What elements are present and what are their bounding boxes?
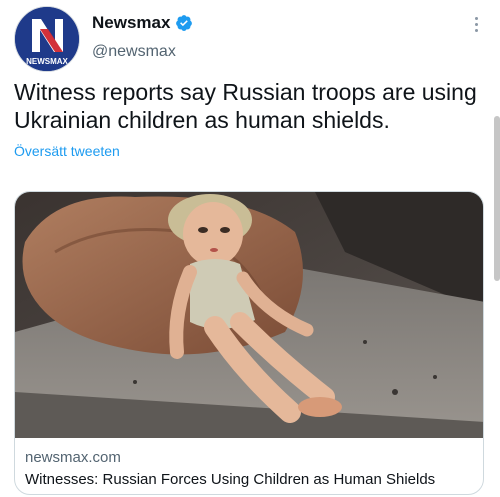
card-image <box>15 192 483 438</box>
name-row: Newsmax <box>92 13 193 33</box>
scrollbar[interactable] <box>494 116 500 281</box>
translate-tweet-link[interactable]: Översätt tweeten <box>14 143 120 159</box>
card-domain: newsmax.com <box>25 449 121 466</box>
newsmax-logo: NEWSMAX <box>15 7 79 71</box>
card-meta: newsmax.com Witnesses: Russian Forces Us… <box>25 449 435 488</box>
verified-badge-icon <box>175 14 193 32</box>
avatar[interactable]: NEWSMAX <box>14 6 80 72</box>
tweet: NEWSMAX Newsmax @newsmax Witness reports… <box>0 0 500 497</box>
author-handle[interactable]: @newsmax <box>92 43 193 61</box>
more-options-icon[interactable] <box>466 14 486 34</box>
avatar-label: NEWSMAX <box>26 57 68 66</box>
link-card[interactable]: newsmax.com Witnesses: Russian Forces Us… <box>14 191 484 495</box>
author-name[interactable]: Newsmax <box>92 13 170 33</box>
card-headline: Witnesses: Russian Forces Using Children… <box>25 471 436 488</box>
author-block: Newsmax @newsmax <box>92 13 193 61</box>
tweet-text: Witness reports say Russian troops are u… <box>14 79 477 133</box>
